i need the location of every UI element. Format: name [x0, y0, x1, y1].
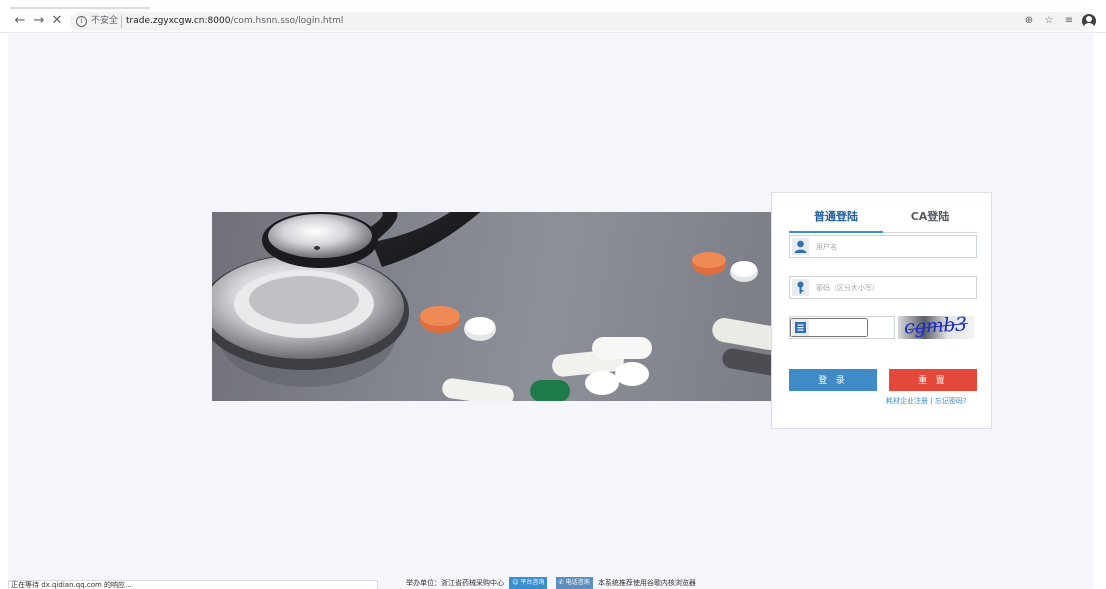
- zoom-icon[interactable]: ⊕: [1022, 14, 1036, 28]
- username-input[interactable]: [816, 238, 971, 255]
- back-arrow-icon[interactable]: ←: [12, 13, 28, 29]
- platform-consult-button[interactable]: ☺ 平台咨询: [509, 577, 548, 589]
- phone-consult-button[interactable]: ✆ 电话咨询: [555, 577, 593, 589]
- reading-list-icon[interactable]: ≡: [1062, 14, 1076, 28]
- banner-image: [212, 212, 772, 401]
- links-divider: |: [930, 397, 933, 405]
- address-divider: [121, 15, 122, 28]
- status-bubble: 正在等待 dx.qidian.qq.com 的响应...: [8, 580, 378, 589]
- phone-consult-label: 电话咨询: [565, 579, 590, 586]
- username-field: [789, 235, 977, 258]
- profile-icon[interactable]: [1082, 14, 1096, 28]
- password-input[interactable]: [816, 279, 971, 296]
- tab-normal-login[interactable]: 普通登陆: [789, 207, 883, 233]
- url-text[interactable]: trade.zgyxcgw.cn:8000/com.hsnn.sso/login…: [126, 15, 343, 28]
- url-host: trade.zgyxcgw.cn:8000: [126, 16, 231, 26]
- login-button[interactable]: 登 录: [789, 369, 877, 391]
- captcha-text: cgmb3: [903, 316, 968, 339]
- phone-icon: ✆: [558, 579, 566, 586]
- account-links: 耗材企业注册 | 忘记密码?: [886, 396, 967, 406]
- login-tabs: 普通登陆 CA登陆: [789, 207, 977, 233]
- host-organization: 举办单位：浙江省药械采购中心: [406, 579, 504, 587]
- captcha-field: [789, 316, 895, 339]
- key-icon: [792, 279, 809, 296]
- reset-button[interactable]: 重 置: [889, 369, 977, 391]
- address-bar[interactable]: i 不安全 trade.zgyxcgw.cn:8000/com.hsnn.sso…: [70, 12, 1094, 31]
- user-icon: [792, 238, 809, 255]
- stop-loading-icon[interactable]: ✕: [49, 13, 65, 29]
- captcha-icon: [792, 319, 809, 336]
- page-footer: 举办单位：浙江省药械采购中心 ☺ 平台咨询 ✆ 电话咨询 本系统推荐使用谷歌内核…: [406, 577, 696, 589]
- stethoscope-pills-illustration: [212, 212, 772, 401]
- tab-underline: [10, 7, 150, 9]
- tab-ca-login[interactable]: CA登陆: [883, 207, 977, 233]
- browser-toolbar: ← → ✕ i 不安全 trade.zgyxcgw.cn:8000/com.hs…: [0, 10, 1106, 33]
- browser-recommendation: 本系统推荐使用谷歌内核浏览器: [597, 579, 696, 587]
- register-link[interactable]: 耗材企业注册: [886, 397, 928, 405]
- url-path: /com.hsnn.sso/login.html: [230, 16, 344, 26]
- forward-arrow-icon[interactable]: →: [31, 13, 47, 29]
- star-icon[interactable]: ☆: [1042, 14, 1056, 28]
- security-label[interactable]: 不安全: [91, 15, 118, 28]
- forgot-password-link[interactable]: 忘记密码?: [935, 397, 967, 405]
- page-viewport: 普通登陆 CA登陆 cgmb3 登 录 重 置: [8, 34, 1093, 589]
- captcha-image[interactable]: cgmb3: [898, 316, 974, 339]
- info-icon[interactable]: i: [76, 16, 87, 27]
- tab-underline: [150, 7, 290, 9]
- login-panel: 普通登陆 CA登陆 cgmb3 登 录 重 置: [771, 192, 992, 429]
- platform-consult-label: 平台咨询: [520, 579, 545, 586]
- tab-strip: [0, 0, 1106, 10]
- password-field: [789, 276, 977, 299]
